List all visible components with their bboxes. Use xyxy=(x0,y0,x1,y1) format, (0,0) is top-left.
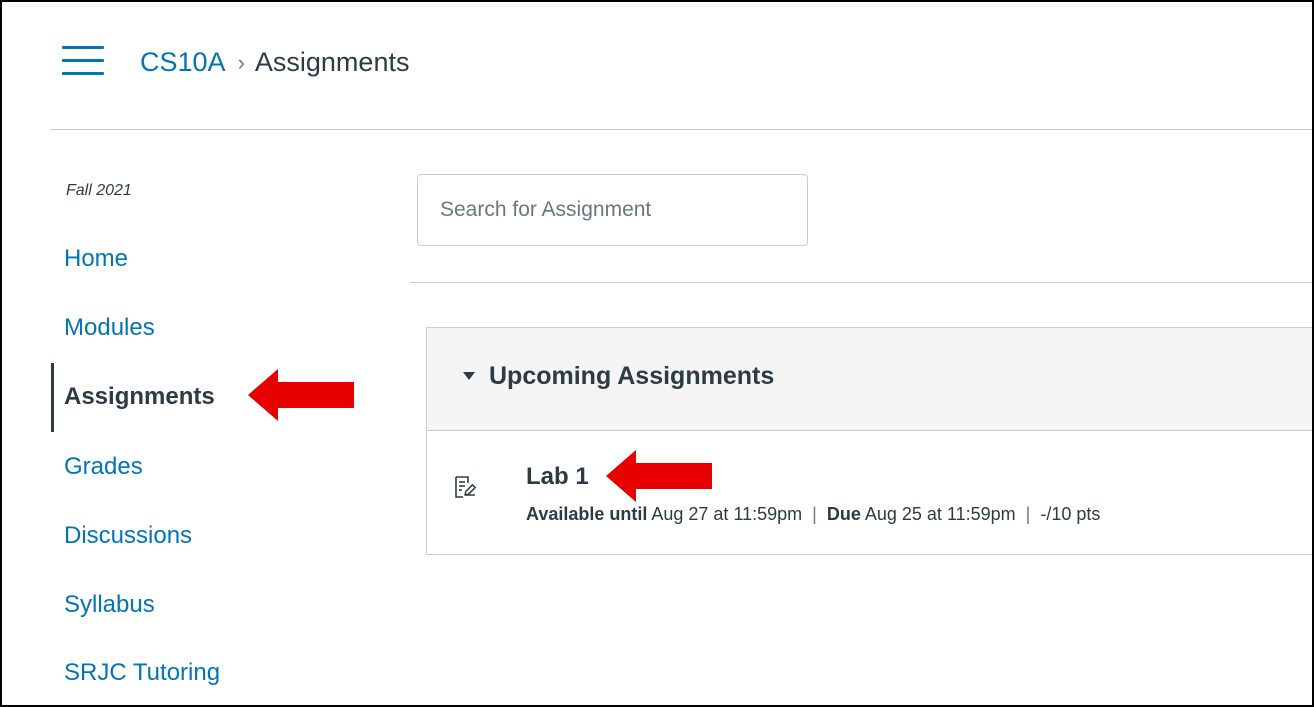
breadcrumb-current-page: Assignments xyxy=(254,46,410,77)
sidebar-item-grades[interactable]: Grades xyxy=(64,453,143,481)
due-date: Aug 25 at 11:59pm xyxy=(864,504,1016,524)
breadcrumb-course-link[interactable]: CS10A xyxy=(140,47,226,78)
caret-down-icon xyxy=(463,372,475,380)
term-label: Fall 2021 xyxy=(66,182,132,199)
content-divider xyxy=(410,282,1312,283)
header-divider xyxy=(50,129,1312,130)
canvas-page: CS10A › Assignments Fall 2021 Home Modul… xyxy=(0,0,1314,707)
breadcrumb: CS10A › Assignments xyxy=(140,42,409,82)
breadcrumb-separator: › xyxy=(237,50,245,75)
assignment-group: Upcoming Assignments Lab 1 Available unt… xyxy=(426,327,1312,555)
assignment-row: Lab 1 Available until Aug 27 at 11:59pm |… xyxy=(427,432,1312,555)
red-arrow-icon xyxy=(248,369,354,421)
sidebar-item-assignments[interactable]: Assignments xyxy=(64,383,215,411)
assignment-group-title: Upcoming Assignments xyxy=(489,362,775,390)
assignment-title-link[interactable]: Lab 1 xyxy=(526,463,589,491)
sidebar-item-srjc-tutoring[interactable]: SRJC Tutoring xyxy=(64,659,220,687)
sidebar-item-discussions[interactable]: Discussions xyxy=(64,522,192,550)
hamburger-menu-icon[interactable] xyxy=(62,46,104,78)
points-value: -/10 pts xyxy=(1040,504,1101,524)
active-nav-indicator xyxy=(51,363,54,432)
due-label: Due xyxy=(826,504,861,524)
assignment-icon xyxy=(455,476,476,498)
available-date: Aug 27 at 11:59pm xyxy=(651,504,803,524)
assignment-meta: Available until Aug 27 at 11:59pm | Due Au… xyxy=(526,504,1100,525)
sidebar-item-modules[interactable]: Modules xyxy=(64,314,155,342)
sidebar-item-syllabus[interactable]: Syllabus xyxy=(64,591,155,619)
assignment-group-header[interactable]: Upcoming Assignments xyxy=(427,328,1312,431)
meta-separator: | xyxy=(812,504,817,524)
red-arrow-icon xyxy=(606,450,712,502)
meta-separator: | xyxy=(1025,504,1031,524)
assignment-search-input[interactable] xyxy=(417,174,808,246)
available-label: Available until xyxy=(526,504,648,524)
sidebar-item-home[interactable]: Home xyxy=(64,245,128,273)
